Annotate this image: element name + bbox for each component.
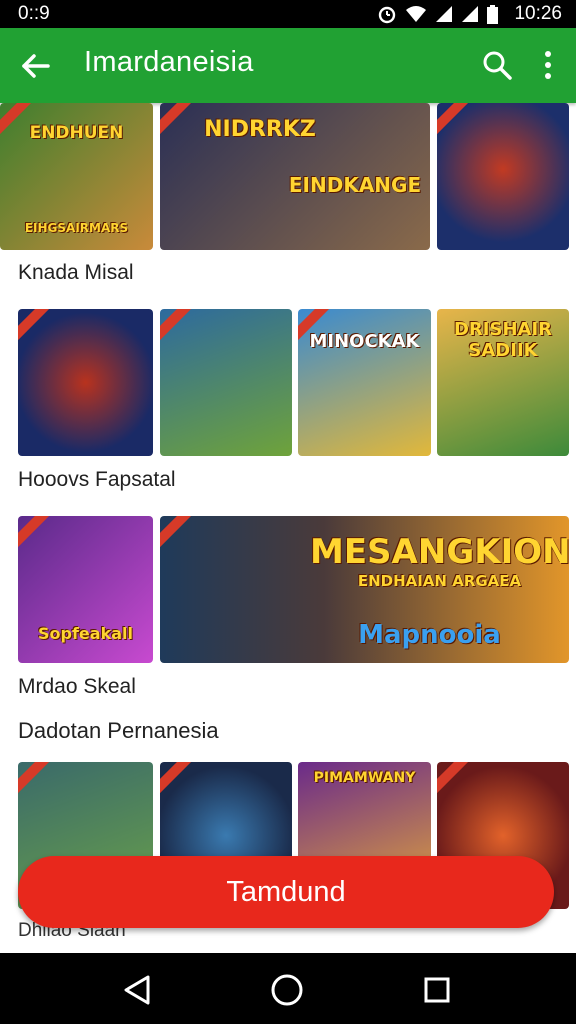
- status-time-right: 10:26: [514, 3, 562, 24]
- tile-title: Sopfeakall: [38, 624, 133, 643]
- status-bar: 0::9 10:26: [0, 0, 576, 28]
- ribbon-badge: [437, 762, 470, 797]
- arrow-back-icon[interactable]: [18, 48, 54, 84]
- section-header: Dadotan Pernanesia: [18, 718, 219, 743]
- ribbon-badge: [18, 762, 51, 797]
- ribbon-badge: [160, 309, 193, 344]
- ribbon-badge: [160, 762, 193, 797]
- tile-title: PIMAMWANY: [313, 770, 416, 786]
- tile-title: MESANGKION: [310, 532, 569, 572]
- tile-title: DRISHAIR SADIIK: [453, 319, 552, 361]
- primary-action-button[interactable]: Tamdund: [18, 856, 554, 928]
- game-tile[interactable]: MESANGKION ENDHAIAN ARGAEA Mapnooia: [160, 516, 569, 663]
- section-label: Hooovs Fapsatal: [18, 468, 176, 491]
- tile-subtitle-2: Mapnooia: [358, 620, 501, 650]
- status-icons: [377, 4, 498, 24]
- app-title: Imardaneisia: [84, 46, 254, 78]
- home-nav-icon[interactable]: [270, 973, 304, 1007]
- game-tile[interactable]: Sopfeakall: [18, 516, 153, 663]
- game-tile[interactable]: [160, 309, 292, 456]
- search-icon[interactable]: [480, 48, 514, 82]
- tile-subtitle: EINDKANGE: [288, 173, 422, 197]
- section-label: Knada Misal: [18, 261, 134, 284]
- ribbon-badge: [18, 309, 51, 344]
- game-tile[interactable]: [18, 309, 153, 456]
- status-time-left: 0::9: [18, 3, 50, 24]
- system-nav-bar: [0, 953, 576, 1024]
- back-nav-icon[interactable]: [120, 973, 154, 1007]
- game-tile[interactable]: NIDRRKZ EINDKANGE: [160, 103, 430, 250]
- ribbon-badge: [18, 516, 51, 551]
- signal-icon: [436, 6, 452, 22]
- recents-nav-icon[interactable]: [420, 973, 454, 1007]
- tile-title: ENDHUEN: [29, 123, 124, 143]
- app-bar: Imardaneisia: [0, 28, 576, 103]
- battery-icon: [487, 4, 498, 24]
- more-vert-icon[interactable]: [536, 48, 560, 82]
- alarm-icon: [378, 6, 396, 24]
- game-tile[interactable]: DRISHAIR SADIIK: [437, 309, 569, 456]
- game-tile[interactable]: MINOCKAK: [298, 309, 431, 456]
- section-label: Mrdao Skeal: [18, 675, 136, 698]
- tile-title: MINOCKAK: [309, 331, 420, 352]
- game-tile[interactable]: [437, 103, 569, 250]
- game-tile[interactable]: ENDHUEN EIHGSAIRMARS: [0, 103, 153, 250]
- signal-icon: [462, 6, 478, 22]
- ribbon-badge: [437, 103, 470, 138]
- tile-subtitle: ENDHAIAN ARGAEA: [357, 572, 522, 590]
- game-list[interactable]: ENDHUEN EIHGSAIRMARS NIDRRKZ EINDKANGE K…: [0, 103, 576, 953]
- ribbon-badge: [160, 516, 193, 551]
- wifi-icon: [406, 6, 426, 22]
- tile-subtitle: EIHGSAIRMARS: [24, 221, 129, 235]
- tile-title: NIDRRKZ: [204, 117, 316, 142]
